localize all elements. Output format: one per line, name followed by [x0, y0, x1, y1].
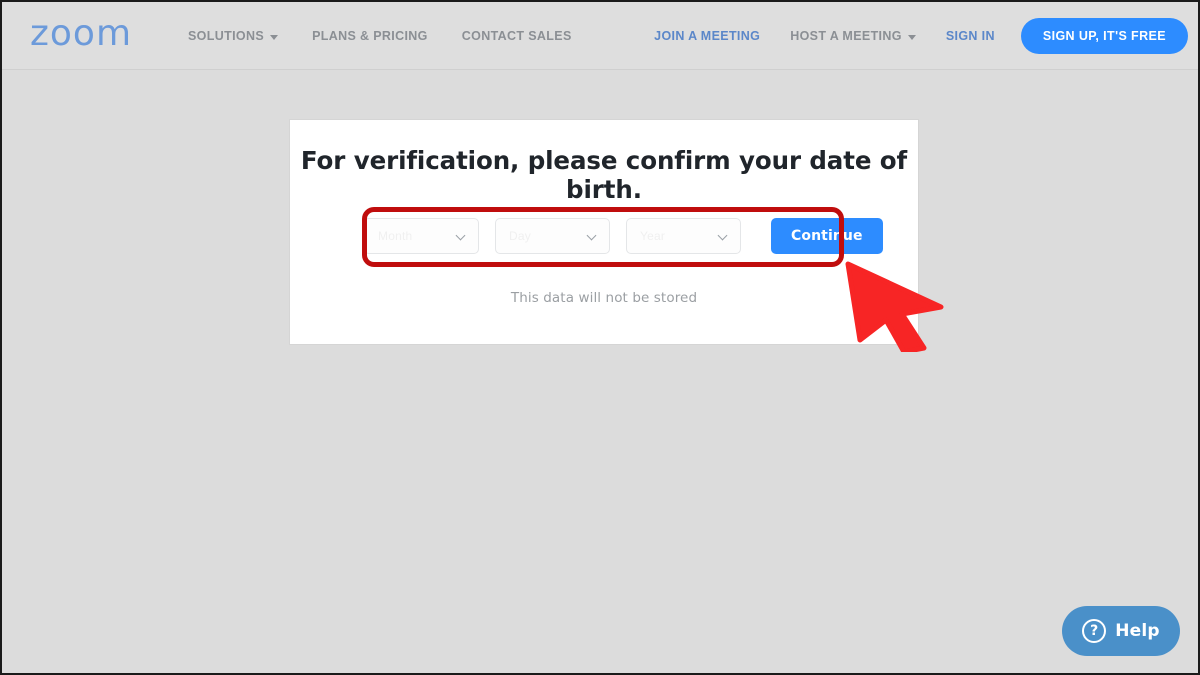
nav-item-solutions[interactable]: SOLUTIONS — [188, 29, 279, 43]
question-mark-icon: ? — [1082, 619, 1107, 643]
nav-item-join-a-meeting[interactable]: JOIN A MEETING — [654, 29, 760, 43]
chevron-down-icon — [719, 232, 728, 241]
chevron-down-icon — [270, 34, 279, 40]
date-of-birth-row: Month Day Year Continue — [364, 218, 883, 254]
top-navbar: zoom SOLUTIONS PLANS & PRICING CONTACT S… — [2, 2, 1198, 70]
chevron-down-icon — [907, 34, 916, 40]
zoom-logo[interactable]: zoom — [30, 16, 132, 52]
help-button[interactable]: ? Help — [1062, 606, 1180, 656]
year-select-value: Year — [640, 229, 666, 243]
primary-nav: SOLUTIONS PLANS & PRICING CONTACT SALES — [188, 2, 572, 70]
page-title: For verification, please confirm your da… — [300, 146, 908, 204]
secondary-nav: JOIN A MEETING HOST A MEETING SIGN IN SI… — [624, 2, 1188, 70]
nav-item-sign-in-label: SIGN IN — [945, 29, 995, 43]
data-storage-disclaimer: This data will not be stored — [510, 290, 698, 306]
verification-card: For verification, please confirm your da… — [290, 120, 918, 344]
nav-item-plans-pricing[interactable]: PLANS & PRICING — [312, 29, 428, 43]
chevron-down-icon — [457, 232, 466, 241]
day-select[interactable]: Day — [495, 218, 610, 254]
nav-item-join-a-meeting-label: JOIN A MEETING — [654, 29, 761, 43]
sign-up-button[interactable]: SIGN UP, IT'S FREE — [1020, 18, 1188, 54]
chevron-down-icon — [588, 232, 597, 241]
continue-button[interactable]: Continue — [771, 218, 883, 254]
help-button-label: Help — [1115, 621, 1160, 641]
year-select[interactable]: Year — [626, 218, 741, 254]
day-select-value: Day — [509, 229, 531, 243]
month-select-value: Month — [378, 229, 413, 243]
nav-item-sign-in[interactable]: SIGN IN — [946, 29, 995, 43]
month-select[interactable]: Month — [364, 218, 479, 254]
nav-item-solutions-label: SOLUTIONS — [188, 29, 265, 43]
nav-item-contact-sales-label: CONTACT SALES — [461, 29, 572, 43]
nav-item-host-a-meeting-label: HOST A MEETING — [790, 29, 902, 43]
nav-item-host-a-meeting[interactable]: HOST A MEETING — [790, 29, 916, 43]
nav-item-contact-sales[interactable]: CONTACT SALES — [462, 29, 572, 43]
zoom-verification-page: zoom SOLUTIONS PLANS & PRICING CONTACT S… — [0, 0, 1200, 675]
nav-item-plans-pricing-label: PLANS & PRICING — [312, 29, 428, 43]
